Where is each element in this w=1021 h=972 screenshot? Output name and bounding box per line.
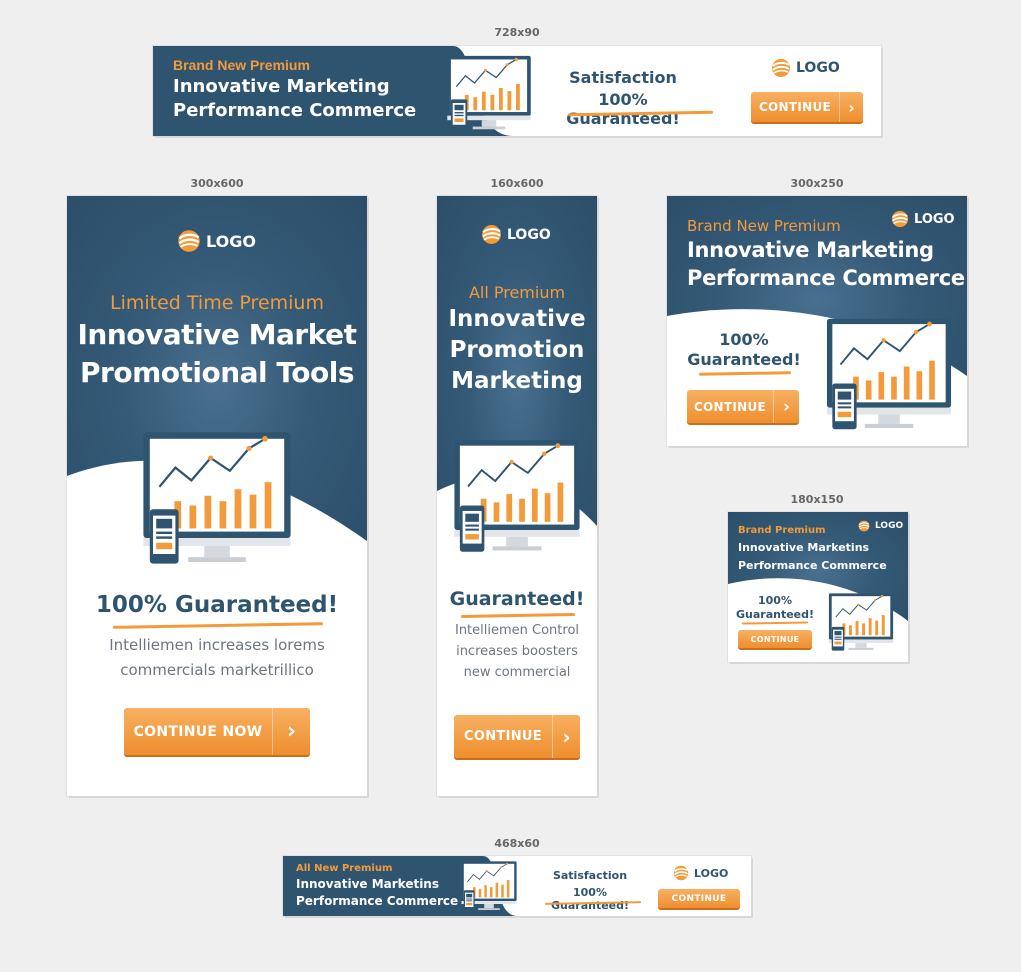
tagline-line-1: Satisfaction [569, 68, 677, 87]
guarantee-underline [112, 622, 324, 629]
tagline-line-2: 100% Guaranteed! [566, 90, 680, 128]
guarantee-line-1: 100% [758, 594, 792, 607]
monitor-bar-chart-icon [459, 860, 519, 912]
continue-button-label: CONTINUE [464, 729, 542, 744]
banner-468x60[interactable]: All New Premium Innovative Marketins Per… [283, 856, 751, 916]
eyebrow-text: All New Premium [296, 863, 393, 874]
logo: LOGO [177, 229, 256, 253]
banner-300x600[interactable]: LOGO Limited Time Premium Innovative Mar… [67, 196, 367, 796]
body-line-2: increases boosters [456, 644, 578, 659]
monitor-bar-chart-icon [449, 436, 585, 556]
chevron-right-icon: › [839, 92, 863, 122]
guarantee-underline [460, 613, 576, 618]
logo-text: LOGO [206, 231, 256, 251]
size-label-300x250: 300x250 [790, 177, 844, 190]
guarantee-line-2: Guaranteed! [735, 608, 815, 621]
swirl-logo-icon [481, 224, 502, 245]
logo-text: LOGO [796, 60, 840, 76]
swirl-logo-icon [673, 865, 689, 881]
size-label-468x60: 468x60 [494, 837, 540, 850]
banner-180x150[interactable]: LOGO Brand Premium Innovative Marketins … [728, 512, 908, 662]
headline-line-1: Innovative Marketins [738, 541, 870, 554]
headline-line-2: Promotional Tools [80, 356, 355, 389]
guarantee-text: Guaranteed! [449, 588, 585, 610]
monitor-bar-chart-icon [137, 428, 297, 568]
logo-text: LOGO [914, 211, 955, 227]
continue-now-button-label: CONTINUE NOW [133, 723, 263, 740]
continue-button[interactable]: CONTINUE [658, 889, 740, 908]
tagline-line-1: Satisfaction [552, 869, 628, 882]
body-line-2: commercials marketrillico [120, 661, 314, 679]
logo-text: LOGO [694, 866, 729, 880]
eyebrow-text: Limited Time Premium [110, 292, 324, 314]
logo: LOGO [891, 210, 955, 228]
chevron-right-icon: › [552, 715, 580, 758]
eyebrow-text: Brand New Premium [687, 217, 841, 235]
continue-button[interactable]: CONTINUE › [454, 715, 580, 758]
banner-300x250[interactable]: LOGO Brand New Premium Innovative Market… [667, 196, 967, 446]
continue-button-label: CONTINUE [693, 399, 767, 414]
size-label-300x600: 300x600 [190, 177, 244, 190]
monitor-bar-chart-icon [826, 592, 896, 652]
eyebrow-text: All Premium [468, 283, 566, 302]
logo: LOGO [771, 58, 840, 78]
headline-line-1: Innovative Marketing [687, 238, 934, 262]
banner-728x90[interactable]: Brand New Premium Innovative Marketing P… [153, 46, 881, 136]
swirl-logo-icon [858, 520, 870, 532]
headline-line-1: Innovative Market [77, 318, 357, 351]
swirl-logo-icon [891, 210, 909, 228]
monitor-bar-chart-icon [443, 54, 535, 132]
chevron-right-icon: › [272, 708, 310, 755]
logo: LOGO [673, 865, 728, 881]
monitor-bar-chart-icon [821, 316, 957, 432]
logo-text: LOGO [875, 521, 904, 531]
guarantee-text: 100% Guaranteed! [95, 592, 339, 618]
body-line-1: Intelliemen Control [454, 623, 580, 638]
continue-button-label: CONTINUE [750, 634, 800, 644]
guarantee-line-1: 100% [719, 330, 769, 349]
headline-line-1: Innovative Marketins [296, 877, 439, 891]
body-line-3: new commercial [463, 665, 571, 680]
tagline-line-2: 100% Guaranteed! [550, 886, 630, 912]
continue-button[interactable]: CONTINUE [738, 630, 812, 648]
headline-line-2: Performance Commerce [296, 894, 459, 908]
logo-text: LOGO [507, 226, 551, 243]
swirl-logo-icon [771, 58, 791, 78]
logo: LOGO [858, 520, 903, 532]
continue-button[interactable]: CONTINUE › [751, 92, 863, 122]
headline-line-3: Marketing [451, 368, 583, 394]
headline-line-1: Innovative Marketing [173, 76, 390, 97]
banner-160x600[interactable]: LOGO All Premium Innovative Promotion Ma… [437, 196, 597, 796]
continue-button-label: CONTINUE [758, 100, 832, 114]
guarantee-line-2: Guaranteed! [687, 350, 801, 369]
body-line-1: Intelliemen increases lorems [109, 636, 325, 654]
size-label-160x600: 160x600 [490, 177, 544, 190]
headline-line-2: Performance Commerce [687, 266, 965, 290]
eyebrow-text: Brand New Premium [173, 57, 310, 73]
continue-now-button[interactable]: CONTINUE NOW › [124, 708, 310, 755]
size-label-728x90: 728x90 [494, 26, 540, 39]
chevron-right-icon: › [773, 390, 799, 423]
headline-line-2: Performance Commerce [738, 559, 887, 572]
size-label-180x150: 180x150 [790, 493, 844, 506]
logo: LOGO [481, 224, 551, 245]
headline-line-1: Innovative [448, 306, 586, 332]
swirl-logo-icon [177, 229, 201, 253]
continue-button[interactable]: CONTINUE › [687, 390, 799, 423]
eyebrow-text: Brand Premium [738, 525, 826, 536]
headline-line-2: Performance Commerce [173, 100, 417, 121]
continue-button-label: CONTINUE [671, 893, 727, 904]
headline-line-2: Promotion [449, 337, 585, 363]
